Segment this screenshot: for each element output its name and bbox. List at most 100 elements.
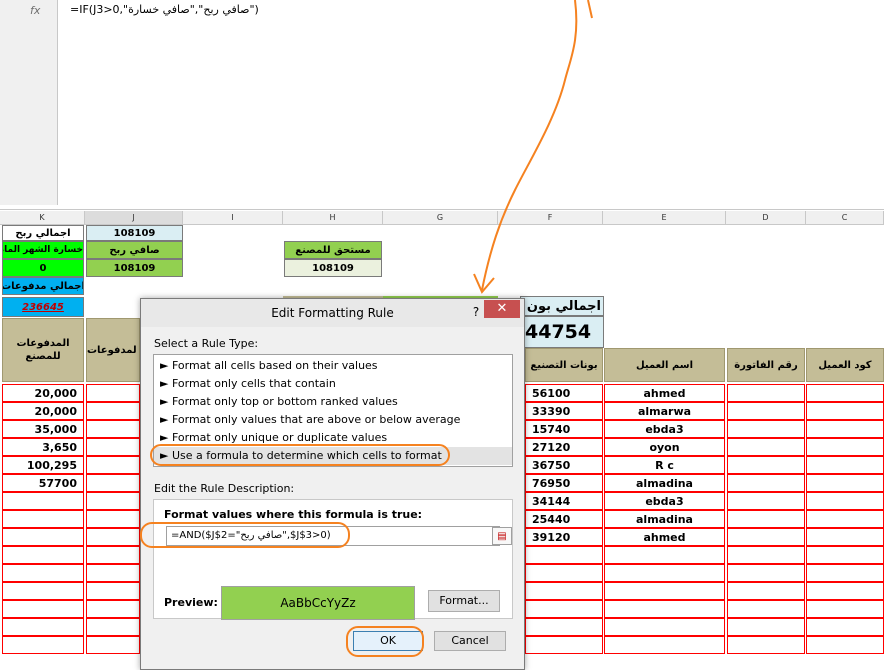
table-cell-k[interactable]: 20,000 (2, 384, 84, 402)
cell-total-profit-value[interactable]: 108109 (86, 225, 183, 241)
table-cell-f[interactable]: 56100 (525, 384, 603, 402)
table-cell-c[interactable] (806, 636, 884, 654)
cancel-button[interactable]: Cancel (434, 631, 506, 651)
cell-net-profit-value[interactable]: 108109 (86, 259, 183, 277)
table-cell-f[interactable] (525, 546, 603, 564)
table-cell-j[interactable] (86, 582, 140, 600)
table-cell-k[interactable]: 35,000 (2, 420, 84, 438)
table-cell-j[interactable] (86, 618, 140, 636)
column-header-i[interactable]: I (183, 211, 283, 225)
table-cell-d[interactable] (727, 492, 805, 510)
table-cell-k[interactable]: 57700 (2, 474, 84, 492)
help-icon[interactable]: ? (466, 302, 486, 322)
table-cell-c[interactable] (806, 438, 884, 456)
table-cell-e[interactable] (604, 546, 725, 564)
column-header-j[interactable]: J (85, 211, 183, 225)
table-cell-e[interactable]: oyon (604, 438, 725, 456)
table-cell-f[interactable] (525, 564, 603, 582)
table-cell-e[interactable]: ebda3 (604, 492, 725, 510)
table-cell-d[interactable] (727, 636, 805, 654)
table-cell-e[interactable] (604, 600, 725, 618)
table-cell-j[interactable] (86, 402, 140, 420)
table-cell-j[interactable] (86, 438, 140, 456)
table-cell-c[interactable] (806, 402, 884, 420)
table-cell-c[interactable] (806, 528, 884, 546)
table-cell-d[interactable] (727, 618, 805, 636)
table-cell-e[interactable]: almadina (604, 510, 725, 528)
cell-last-month-loss-label[interactable]: خسارة الشهر الماضي (2, 241, 84, 259)
table-cell-e[interactable]: R c (604, 456, 725, 474)
table-cell-k[interactable] (2, 564, 84, 582)
cell-total-payments-value[interactable]: 236645 (2, 297, 84, 317)
table-cell-e[interactable]: almadina (604, 474, 725, 492)
table-cell-c[interactable] (806, 492, 884, 510)
table-cell-f[interactable]: 36750 (525, 456, 603, 474)
cell-total-payments-label[interactable]: اجمالي مدفوعات (2, 277, 84, 295)
table-cell-c[interactable] (806, 420, 884, 438)
table-cell-e[interactable]: ahmed (604, 528, 725, 546)
column-header-e[interactable]: E (603, 211, 726, 225)
collapse-dialog-icon[interactable]: ▤ (492, 527, 512, 545)
table-cell-k[interactable] (2, 528, 84, 546)
cell-last-month-loss-value[interactable]: 0 (2, 259, 84, 277)
table-cell-j[interactable] (86, 528, 140, 546)
rule-type-item[interactable]: ► Format only values that are above or b… (160, 411, 510, 429)
table-cell-d[interactable] (727, 582, 805, 600)
header-customer-code[interactable]: كود العميل (806, 348, 884, 382)
table-cell-d[interactable] (727, 420, 805, 438)
header-manufacturing-vouchers[interactable]: بونات التصنيع (525, 348, 603, 382)
header-payments[interactable]: لمدفوعات (86, 318, 140, 382)
table-cell-d[interactable] (727, 546, 805, 564)
header-customer-name[interactable]: اسم العميل (604, 348, 725, 382)
table-cell-e[interactable] (604, 636, 725, 654)
table-cell-k[interactable] (2, 582, 84, 600)
table-cell-e[interactable]: almarwa (604, 402, 725, 420)
table-cell-c[interactable] (806, 510, 884, 528)
table-cell-j[interactable] (86, 384, 140, 402)
cell-total-manufacturing-value[interactable]: 44754 (520, 316, 604, 348)
column-header-d[interactable]: D (726, 211, 806, 225)
table-cell-j[interactable] (86, 564, 140, 582)
table-cell-d[interactable] (727, 600, 805, 618)
table-cell-k[interactable] (2, 510, 84, 528)
table-cell-f[interactable] (525, 600, 603, 618)
cell-total-profit-label[interactable]: اجمالي ربح (2, 225, 84, 241)
table-cell-d[interactable] (727, 474, 805, 492)
column-header-h[interactable]: H (283, 211, 383, 225)
table-cell-c[interactable] (806, 564, 884, 582)
table-cell-j[interactable] (86, 546, 140, 564)
table-cell-e[interactable]: ebda3 (604, 420, 725, 438)
table-cell-j[interactable] (86, 510, 140, 528)
table-cell-d[interactable] (727, 528, 805, 546)
table-cell-f[interactable]: 15740 (525, 420, 603, 438)
table-cell-c[interactable] (806, 600, 884, 618)
table-cell-f[interactable] (525, 582, 603, 600)
table-cell-k[interactable] (2, 546, 84, 564)
table-cell-f[interactable]: 76950 (525, 474, 603, 492)
table-cell-k[interactable]: 20,000 (2, 402, 84, 420)
table-cell-f[interactable]: 25440 (525, 510, 603, 528)
table-cell-c[interactable] (806, 618, 884, 636)
table-cell-k[interactable] (2, 636, 84, 654)
table-cell-f[interactable]: 33390 (525, 402, 603, 420)
close-button[interactable]: ✕ (484, 300, 520, 318)
formula-input[interactable]: =IF(J3>0,"صافي ربح","صافي خسارة") (70, 3, 259, 16)
table-cell-c[interactable] (806, 546, 884, 564)
table-cell-e[interactable] (604, 564, 725, 582)
cell-due-factory-label[interactable]: مستحق للمصنع (284, 241, 382, 259)
table-cell-f[interactable]: 27120 (525, 438, 603, 456)
table-cell-d[interactable] (727, 384, 805, 402)
cell-net-profit-label[interactable]: صافي ربح (86, 241, 183, 259)
table-cell-k[interactable]: 3,650 (2, 438, 84, 456)
fx-icon[interactable]: fx (30, 4, 48, 20)
header-invoice-number[interactable]: رقم الفاتورة (727, 348, 805, 382)
table-cell-f[interactable]: 34144 (525, 492, 603, 510)
table-cell-f[interactable] (525, 618, 603, 636)
table-cell-c[interactable] (806, 474, 884, 492)
table-cell-e[interactable] (604, 582, 725, 600)
table-cell-d[interactable] (727, 438, 805, 456)
table-cell-d[interactable] (727, 456, 805, 474)
table-cell-j[interactable] (86, 474, 140, 492)
table-cell-j[interactable] (86, 600, 140, 618)
table-cell-j[interactable] (86, 492, 140, 510)
